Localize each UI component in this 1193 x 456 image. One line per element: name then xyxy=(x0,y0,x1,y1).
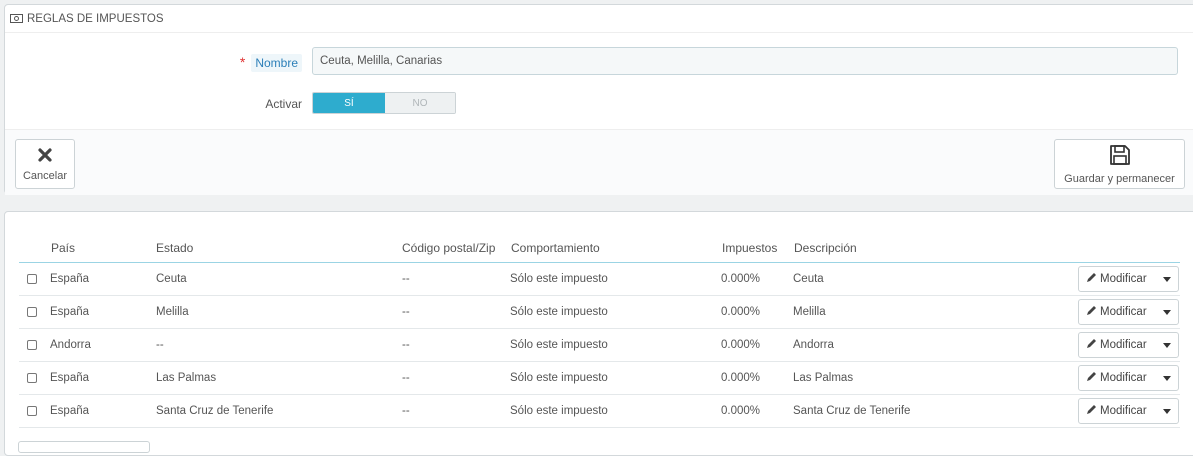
cell-tax: 0.000% xyxy=(721,372,761,384)
cell-state: Melilla xyxy=(156,306,189,318)
table-row: España Ceuta -- Sólo este impuesto 0.000… xyxy=(19,263,1180,296)
cell-behavior: Sólo este impuesto xyxy=(510,372,608,384)
row-action-group: Modificar xyxy=(1078,299,1179,325)
cell-state: Ceuta xyxy=(156,273,187,285)
header-description: Descripción xyxy=(794,241,857,255)
cell-country: España xyxy=(50,405,90,417)
row-checkbox[interactable] xyxy=(27,373,37,383)
pencil-icon xyxy=(1086,338,1100,352)
save-and-stay-button[interactable]: Guardar y permanecer xyxy=(1054,139,1185,189)
bulk-actions-button[interactable] xyxy=(18,441,150,453)
save-and-stay-label: Guardar y permanecer xyxy=(1064,172,1175,185)
table-row: Andorra -- -- Sólo este impuesto 0.000% … xyxy=(19,329,1180,362)
cell-behavior: Sólo este impuesto xyxy=(510,405,608,417)
table-row: España Melilla -- Sólo este impuesto 0.0… xyxy=(19,296,1180,329)
cell-tax: 0.000% xyxy=(721,273,761,285)
header-behavior: Comportamiento xyxy=(511,241,600,255)
cell-tax: 0.000% xyxy=(721,339,761,351)
header-state: Estado xyxy=(156,241,194,255)
row-action-group: Modificar xyxy=(1078,332,1179,358)
table-header: País Estado Código postal/Zip Comportami… xyxy=(19,234,1180,263)
close-icon xyxy=(37,147,53,170)
name-field-value: Ceuta, Melilla, Canarias xyxy=(320,55,443,67)
panel-heading: REGLAS DE IMPUESTOS xyxy=(5,5,1193,33)
save-icon xyxy=(1109,144,1131,173)
edit-label: Modificar xyxy=(1100,372,1147,384)
active-switch[interactable]: SÍ NO xyxy=(312,92,456,114)
caret-down-icon[interactable] xyxy=(1156,408,1178,414)
name-field[interactable]: Ceuta, Melilla, Canarias xyxy=(312,47,1178,75)
cell-description: Santa Cruz de Tenerife xyxy=(793,405,911,417)
cell-behavior: Sólo este impuesto xyxy=(510,306,608,318)
cell-description: Las Palmas xyxy=(793,372,854,384)
pencil-icon xyxy=(1086,272,1100,286)
caret-down-icon[interactable] xyxy=(1156,342,1178,348)
name-label-wrap: * Nombre xyxy=(205,54,302,72)
cell-zip: -- xyxy=(402,372,410,384)
name-label: Nombre xyxy=(251,54,302,72)
cell-tax: 0.000% xyxy=(721,306,761,318)
switch-no[interactable]: NO xyxy=(385,93,455,113)
cell-zip: -- xyxy=(402,273,410,285)
active-label: Activar xyxy=(265,97,302,111)
row-action-group: Modificar xyxy=(1078,365,1179,391)
cell-behavior: Sólo este impuesto xyxy=(510,339,608,351)
table-row: España Santa Cruz de Tenerife -- Sólo es… xyxy=(19,395,1180,428)
cell-state: Santa Cruz de Tenerife xyxy=(156,405,274,417)
cell-state: -- xyxy=(156,339,164,351)
form-footer: Cancelar Guardar y permanecer xyxy=(5,129,1193,195)
cell-state: Las Palmas xyxy=(156,372,217,384)
edit-label: Modificar xyxy=(1100,339,1147,351)
row-action-group: Modificar xyxy=(1078,266,1179,292)
tax-rules-table-panel: País Estado Código postal/Zip Comportami… xyxy=(4,211,1193,456)
edit-button[interactable]: Modificar xyxy=(1079,272,1156,286)
cancel-label: Cancelar xyxy=(22,169,68,182)
edit-button[interactable]: Modificar xyxy=(1079,338,1156,352)
switch-yes[interactable]: SÍ xyxy=(313,93,385,113)
caret-down-icon[interactable] xyxy=(1156,309,1178,315)
cell-description: Melilla xyxy=(793,306,826,318)
edit-button[interactable]: Modificar xyxy=(1079,371,1156,385)
row-checkbox[interactable] xyxy=(27,340,37,350)
edit-label: Modificar xyxy=(1100,405,1147,417)
pencil-icon xyxy=(1086,305,1100,319)
pencil-icon xyxy=(1086,404,1100,418)
edit-label: Modificar xyxy=(1100,306,1147,318)
cell-country: Andorra xyxy=(50,339,91,351)
cell-zip: -- xyxy=(402,405,410,417)
header-tax: Impuestos xyxy=(722,241,778,255)
edit-button[interactable]: Modificar xyxy=(1079,305,1156,319)
pencil-icon xyxy=(1086,371,1100,385)
caret-down-icon[interactable] xyxy=(1156,276,1178,282)
cancel-button[interactable]: Cancelar xyxy=(15,139,75,189)
row-checkbox[interactable] xyxy=(27,274,37,284)
panel-title: REGLAS DE IMPUESTOS xyxy=(27,12,164,25)
row-checkbox[interactable] xyxy=(27,406,37,416)
cell-zip: -- xyxy=(402,306,410,318)
tax-rule-form-panel: REGLAS DE IMPUESTOS * Nombre Ceuta, Melil… xyxy=(4,4,1193,195)
header-zip: Código postal/Zip xyxy=(402,241,496,255)
cell-description: Ceuta xyxy=(793,273,824,285)
header-country: País xyxy=(51,241,76,255)
edit-button[interactable]: Modificar xyxy=(1079,404,1156,418)
cell-behavior: Sólo este impuesto xyxy=(510,273,608,285)
cell-country: España xyxy=(50,372,90,384)
table-row: España Las Palmas -- Sólo este impuesto … xyxy=(19,362,1180,395)
cell-description: Andorra xyxy=(793,339,834,351)
caret-down-icon[interactable] xyxy=(1156,375,1178,381)
row-checkbox[interactable] xyxy=(27,307,37,317)
cell-country: España xyxy=(50,306,90,318)
cell-tax: 0.000% xyxy=(721,405,761,417)
money-icon xyxy=(10,14,23,23)
tax-rules-table: País Estado Código postal/Zip Comportami… xyxy=(19,234,1180,428)
required-mark: * xyxy=(239,54,246,70)
row-action-group: Modificar xyxy=(1078,398,1179,424)
cell-zip: -- xyxy=(402,339,410,351)
cell-country: España xyxy=(50,273,90,285)
edit-label: Modificar xyxy=(1100,273,1147,285)
